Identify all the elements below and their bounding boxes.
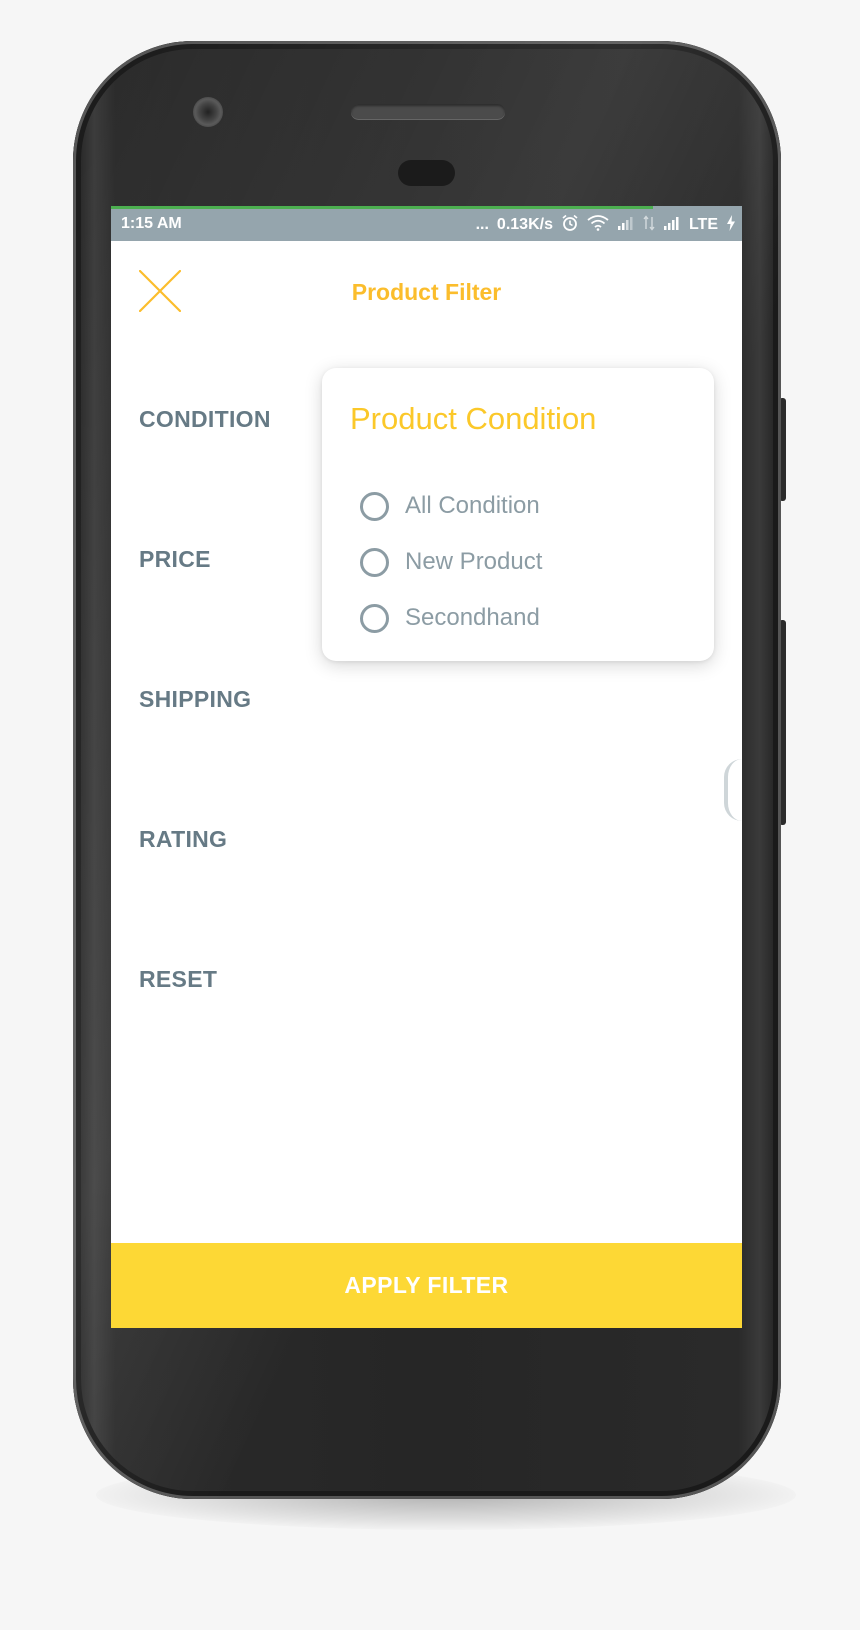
popup-title: Product Condition (350, 401, 597, 436)
menu-item-condition[interactable]: CONDITION (139, 406, 271, 546)
option-secondhand[interactable]: Secondhand (360, 590, 542, 646)
status-indicators: ... 0.13K/s LTE (476, 214, 736, 235)
loading-progress-bar (111, 206, 653, 209)
radio-button[interactable] (360, 547, 389, 577)
screen: 1:15 AM ... 0.13K/s LTE Product Filter C… (111, 206, 742, 1328)
option-label: All Condition (405, 492, 540, 519)
signal-icon (617, 216, 635, 233)
page-title: Product Filter (351, 279, 502, 305)
alarm-icon (561, 214, 579, 235)
status-bar: 1:15 AM ... 0.13K/s LTE (111, 206, 742, 241)
menu-item-shipping[interactable]: SHIPPING (139, 686, 271, 826)
menu-item-reset[interactable]: RESET (139, 966, 271, 1106)
radio-button[interactable] (360, 491, 389, 521)
top-app-bar: Product Filter (111, 241, 742, 336)
filter-menu: CONDITION PRICE SHIPPING RATING RESET (139, 406, 271, 1106)
menu-item-rating[interactable]: RATING (139, 826, 271, 966)
condition-options: All Condition New Product Secondhand (360, 478, 542, 646)
product-condition-popup: Product Condition All Condition New Prod… (322, 368, 714, 661)
apply-filter-button[interactable]: APPLY FILTER (111, 1243, 742, 1328)
status-dots: ... (475, 215, 489, 233)
signal-icon (663, 216, 681, 233)
option-label: New Product (405, 548, 543, 575)
radio-button[interactable] (360, 603, 389, 633)
wifi-icon (587, 215, 609, 234)
data-arrows-icon (643, 215, 655, 234)
stage: 1:15 AM ... 0.13K/s LTE Product Filter C… (0, 0, 860, 1630)
option-all-condition[interactable]: All Condition (360, 478, 542, 534)
front-camera (193, 97, 223, 127)
charging-icon (726, 215, 736, 234)
network-speed: 0.13K/s (496, 215, 553, 233)
option-label: Secondhand (405, 604, 540, 631)
option-new-product[interactable]: New Product (360, 534, 542, 590)
edge-swipe-handle[interactable] (724, 759, 742, 821)
menu-item-price[interactable]: PRICE (139, 546, 271, 686)
network-type: LTE (688, 215, 718, 233)
status-time: 1:15 AM (121, 215, 182, 232)
earpiece-speaker (351, 104, 505, 119)
proximity-sensor (398, 160, 455, 186)
